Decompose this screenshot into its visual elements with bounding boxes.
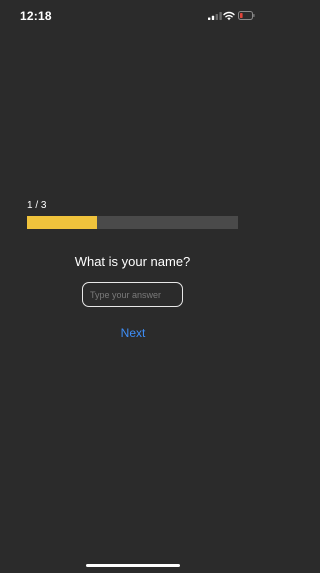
question-text: What is your name? [74, 254, 191, 269]
cellular-signal-icon [208, 12, 222, 20]
progress-bar [27, 216, 238, 229]
home-indicator [86, 564, 180, 567]
progress-step-label: 1 / 3 [27, 200, 47, 211]
status-bar: 12:18 [0, 0, 265, 32]
answer-input[interactable] [82, 282, 183, 307]
status-time: 12:18 [20, 9, 52, 23]
wifi-icon [223, 11, 235, 21]
battery-low-icon [238, 11, 255, 20]
progress-bar-fill [27, 216, 98, 229]
next-button[interactable]: Next [112, 323, 154, 343]
